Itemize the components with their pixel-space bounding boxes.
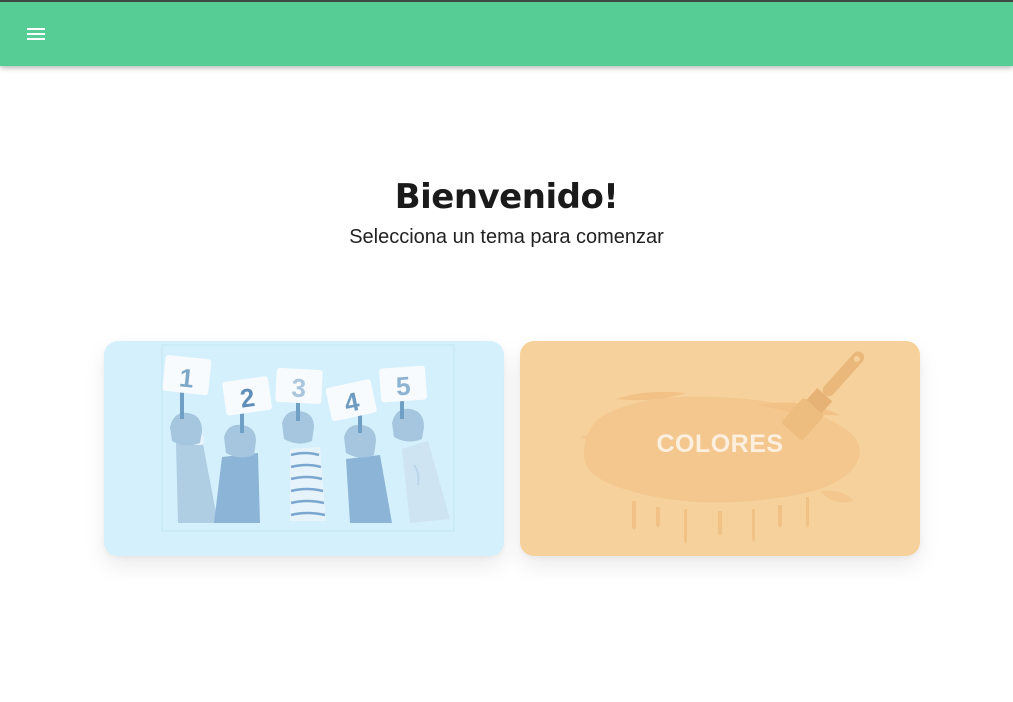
top-app-bar bbox=[0, 0, 1013, 66]
welcome-section: Bienvenido! Selecciona un tema para come… bbox=[0, 172, 1013, 250]
hamburger-menu-icon bbox=[27, 27, 45, 41]
number-card-3-label: 3 bbox=[291, 373, 307, 404]
number-card-5-label: 5 bbox=[395, 371, 412, 402]
welcome-title: Bienvenido! bbox=[394, 177, 619, 217]
menu-button[interactable] bbox=[18, 16, 54, 52]
topic-card-colors-label: COLORES bbox=[656, 430, 784, 458]
welcome-subtitle: Selecciona un tema para comenzar bbox=[349, 226, 664, 248]
topic-card-colors[interactable]: COLORES bbox=[520, 341, 920, 556]
topic-card-numbers[interactable]: 1 2 3 4 5 bbox=[104, 341, 504, 556]
hands-holding-number-cards-illustration: 1 2 3 4 5 bbox=[161, 344, 455, 532]
